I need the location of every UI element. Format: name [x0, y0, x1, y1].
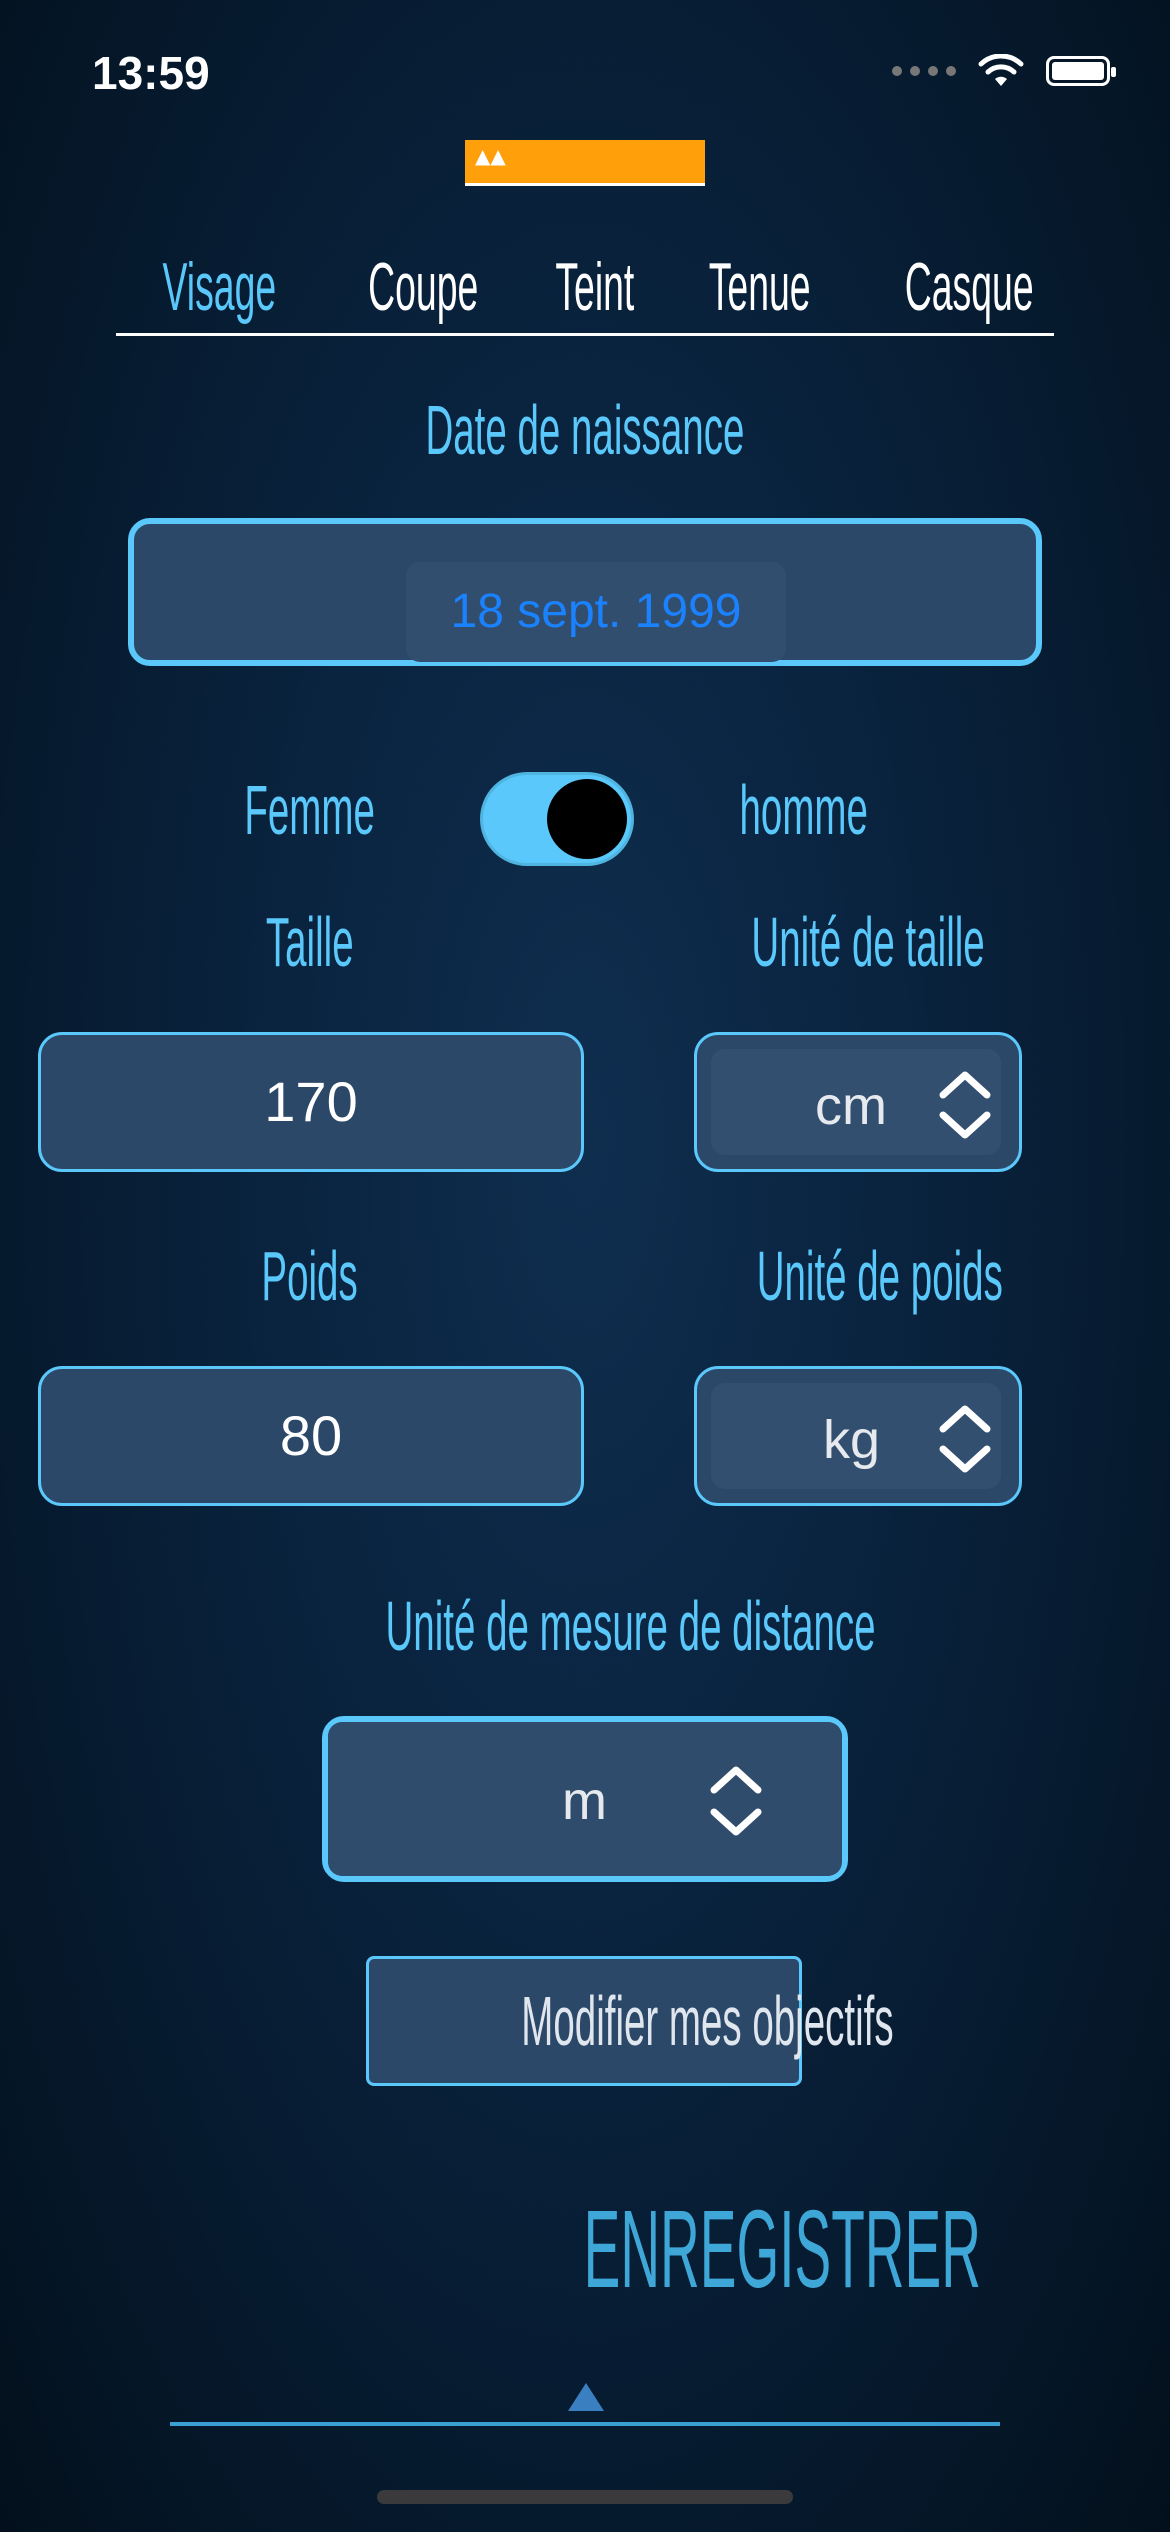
status-time: 13:59: [92, 47, 210, 99]
birth-date-field[interactable]: 18 sept. 1999: [128, 518, 1042, 666]
birth-date-label: Date de naissance: [425, 391, 745, 469]
weight-input[interactable]: 80: [38, 1366, 584, 1506]
distance-unit-picker[interactable]: m: [322, 1716, 848, 1882]
signal-icon: [892, 66, 956, 76]
distance-unit-value: m: [562, 1771, 607, 1831]
gender-left-label: Femme: [244, 771, 376, 849]
gender-toggle[interactable]: [480, 772, 634, 866]
chevron-up-down-icon: [939, 1405, 991, 1473]
tab-teint[interactable]: Teint: [555, 248, 634, 326]
weight-unit-label: Unité de poids: [756, 1237, 1003, 1315]
status-icons: [892, 54, 1116, 88]
tab-casque[interactable]: Casque: [905, 248, 1034, 326]
distance-unit-label: Unité de mesure de distance: [385, 1587, 876, 1665]
height-unit-value: cm: [815, 1076, 887, 1136]
height-input[interactable]: 170: [38, 1032, 584, 1172]
expand-up-icon[interactable]: [568, 2383, 604, 2411]
chevron-up-down-icon: [710, 1766, 762, 1836]
edit-objectives-button[interactable]: Modifier mes objectifs: [366, 1956, 894, 2086]
height-unit-picker[interactable]: cm: [694, 1032, 1022, 1172]
weight-unit-value: kg: [823, 1410, 881, 1470]
bottom-divider: [170, 2422, 1000, 2426]
tab-coupe[interactable]: Coupe: [368, 248, 478, 326]
height-unit-label: Unité de taille: [751, 903, 985, 981]
weight-unit-picker[interactable]: kg: [694, 1366, 1022, 1506]
tab-bar: Visage Coupe Teint Tenue Casque: [116, 240, 1054, 336]
weight-label: Poids: [261, 1237, 359, 1315]
home-indicator[interactable]: [377, 2490, 793, 2504]
wifi-icon: [978, 54, 1024, 86]
birth-date-picker[interactable]: 18 sept. 1999: [406, 562, 786, 662]
save-button[interactable]: ENREGISTRER: [385, 2186, 981, 2313]
battery-icon: [1046, 56, 1116, 86]
tab-visage[interactable]: Visage: [163, 248, 277, 326]
app-logo: ▲▲: [465, 140, 705, 186]
gender-right-label: homme: [739, 771, 869, 849]
tab-tenue[interactable]: Tenue: [708, 248, 810, 326]
chevron-up-down-icon: [939, 1071, 991, 1139]
height-label: Taille: [266, 903, 354, 981]
toggle-knob: [547, 779, 627, 859]
